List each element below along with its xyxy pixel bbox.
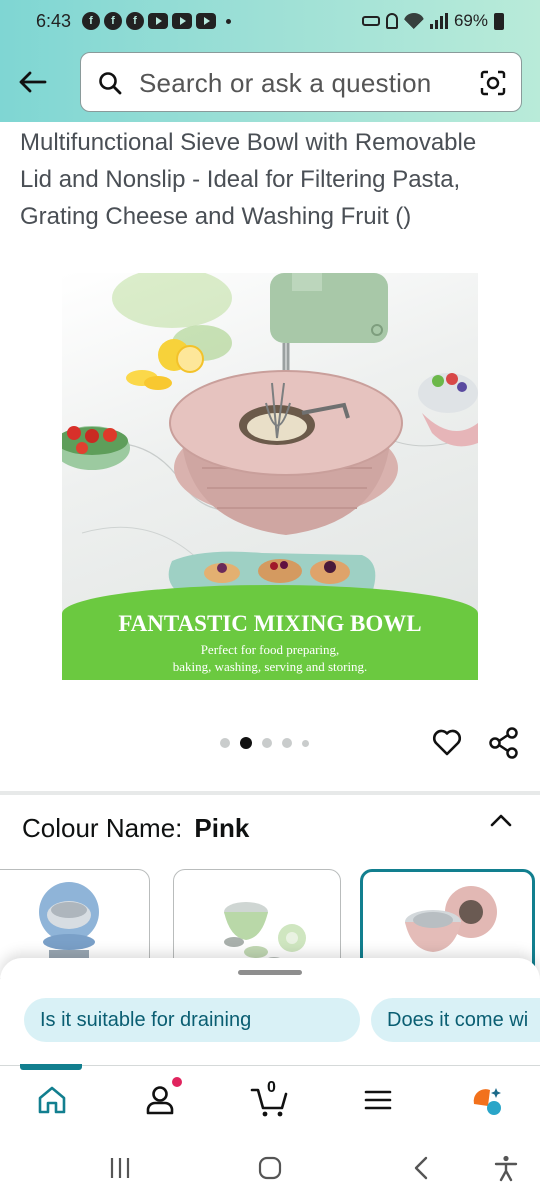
camera-lens-icon[interactable]: [479, 69, 507, 97]
suggestion-chip[interactable]: Does it come wi: [371, 998, 540, 1042]
image-carousel-indicator[interactable]: [220, 737, 309, 749]
active-tab-indicator: [20, 1064, 82, 1070]
carousel-dot[interactable]: [220, 738, 230, 748]
suggestion-chip[interactable]: Is it suitable for draining: [24, 998, 360, 1042]
share-icon[interactable]: [487, 726, 521, 760]
status-time: 6:43: [36, 11, 72, 31]
rufus-icon[interactable]: [468, 1082, 504, 1118]
more-notifications-dot: [226, 18, 231, 24]
variation-value: Pink: [194, 813, 250, 843]
accessibility-icon[interactable]: [492, 1154, 520, 1182]
youtube-icon: [148, 13, 168, 29]
app-header: 6:43 f f f 69% Search or ask a question: [0, 0, 540, 122]
facebook-icon: f: [126, 12, 144, 30]
bottom-navigation: 0: [0, 1064, 540, 1133]
facebook-icon: f: [104, 12, 122, 30]
back-arrow-icon: [19, 71, 47, 93]
battery-icon: [494, 12, 504, 30]
search-icon: [99, 72, 122, 95]
variation-label: Colour Name:: [22, 813, 183, 843]
status-bar: 6:43 f f f 69%: [0, 0, 540, 44]
alarm-icon: [385, 13, 398, 29]
home-button-icon[interactable]: [256, 1154, 284, 1182]
account-icon[interactable]: [142, 1082, 178, 1118]
chevron-up-icon[interactable]: [488, 808, 514, 834]
signal-icon: [429, 13, 448, 29]
search-input[interactable]: Search or ask a question: [139, 68, 431, 99]
back-button[interactable]: [12, 62, 52, 102]
system-navigation-bar: [0, 1134, 540, 1200]
cart-count: 0: [267, 1079, 276, 1096]
amazon-product-page: 6:43 f f f 69% Search or ask a question …: [0, 0, 540, 1200]
carousel-dot[interactable]: [282, 738, 292, 748]
search-bar[interactable]: Search or ask a question: [80, 52, 522, 112]
sheet-drag-handle[interactable]: [238, 970, 302, 975]
wishlist-heart-icon[interactable]: [431, 726, 463, 758]
product-image[interactable]: FANTASTIC MIXING BOWL Perfect for food p…: [62, 273, 478, 680]
image-banner-title: FANTASTIC MIXING BOWL: [118, 611, 422, 636]
variation-header: Colour Name: Pink: [22, 813, 249, 844]
product-title: Multifunctional Sieve Bowl with Removabl…: [20, 129, 477, 230]
question-suggestions-sheet: Is it suitable for draining Does it come…: [0, 958, 540, 1078]
notification-badge: [172, 1077, 182, 1087]
section-divider: [0, 791, 540, 795]
menu-icon[interactable]: [360, 1082, 396, 1118]
youtube-icon: [196, 13, 216, 29]
notification-icons: f f f: [82, 12, 231, 30]
carousel-dot[interactable]: [262, 738, 272, 748]
vpn-key-icon: [361, 16, 380, 26]
carousel-dot-active[interactable]: [240, 737, 252, 749]
image-banner-subtitle-line1: Perfect for food preparing,: [200, 642, 340, 657]
carousel-dot[interactable]: [302, 739, 309, 747]
system-status: 69%: [361, 11, 504, 31]
wifi-icon: [403, 13, 424, 29]
facebook-icon: f: [82, 12, 100, 30]
youtube-icon: [172, 13, 192, 29]
back-nav-icon[interactable]: [408, 1154, 436, 1182]
image-banner-subtitle: Perfect for food preparing, baking, wash…: [62, 641, 478, 675]
image-banner-subtitle-line2: baking, washing, serving and storing.: [172, 659, 368, 674]
home-icon[interactable]: [34, 1082, 70, 1118]
recents-icon[interactable]: [106, 1154, 134, 1182]
battery-percent: 69%: [453, 11, 488, 30]
